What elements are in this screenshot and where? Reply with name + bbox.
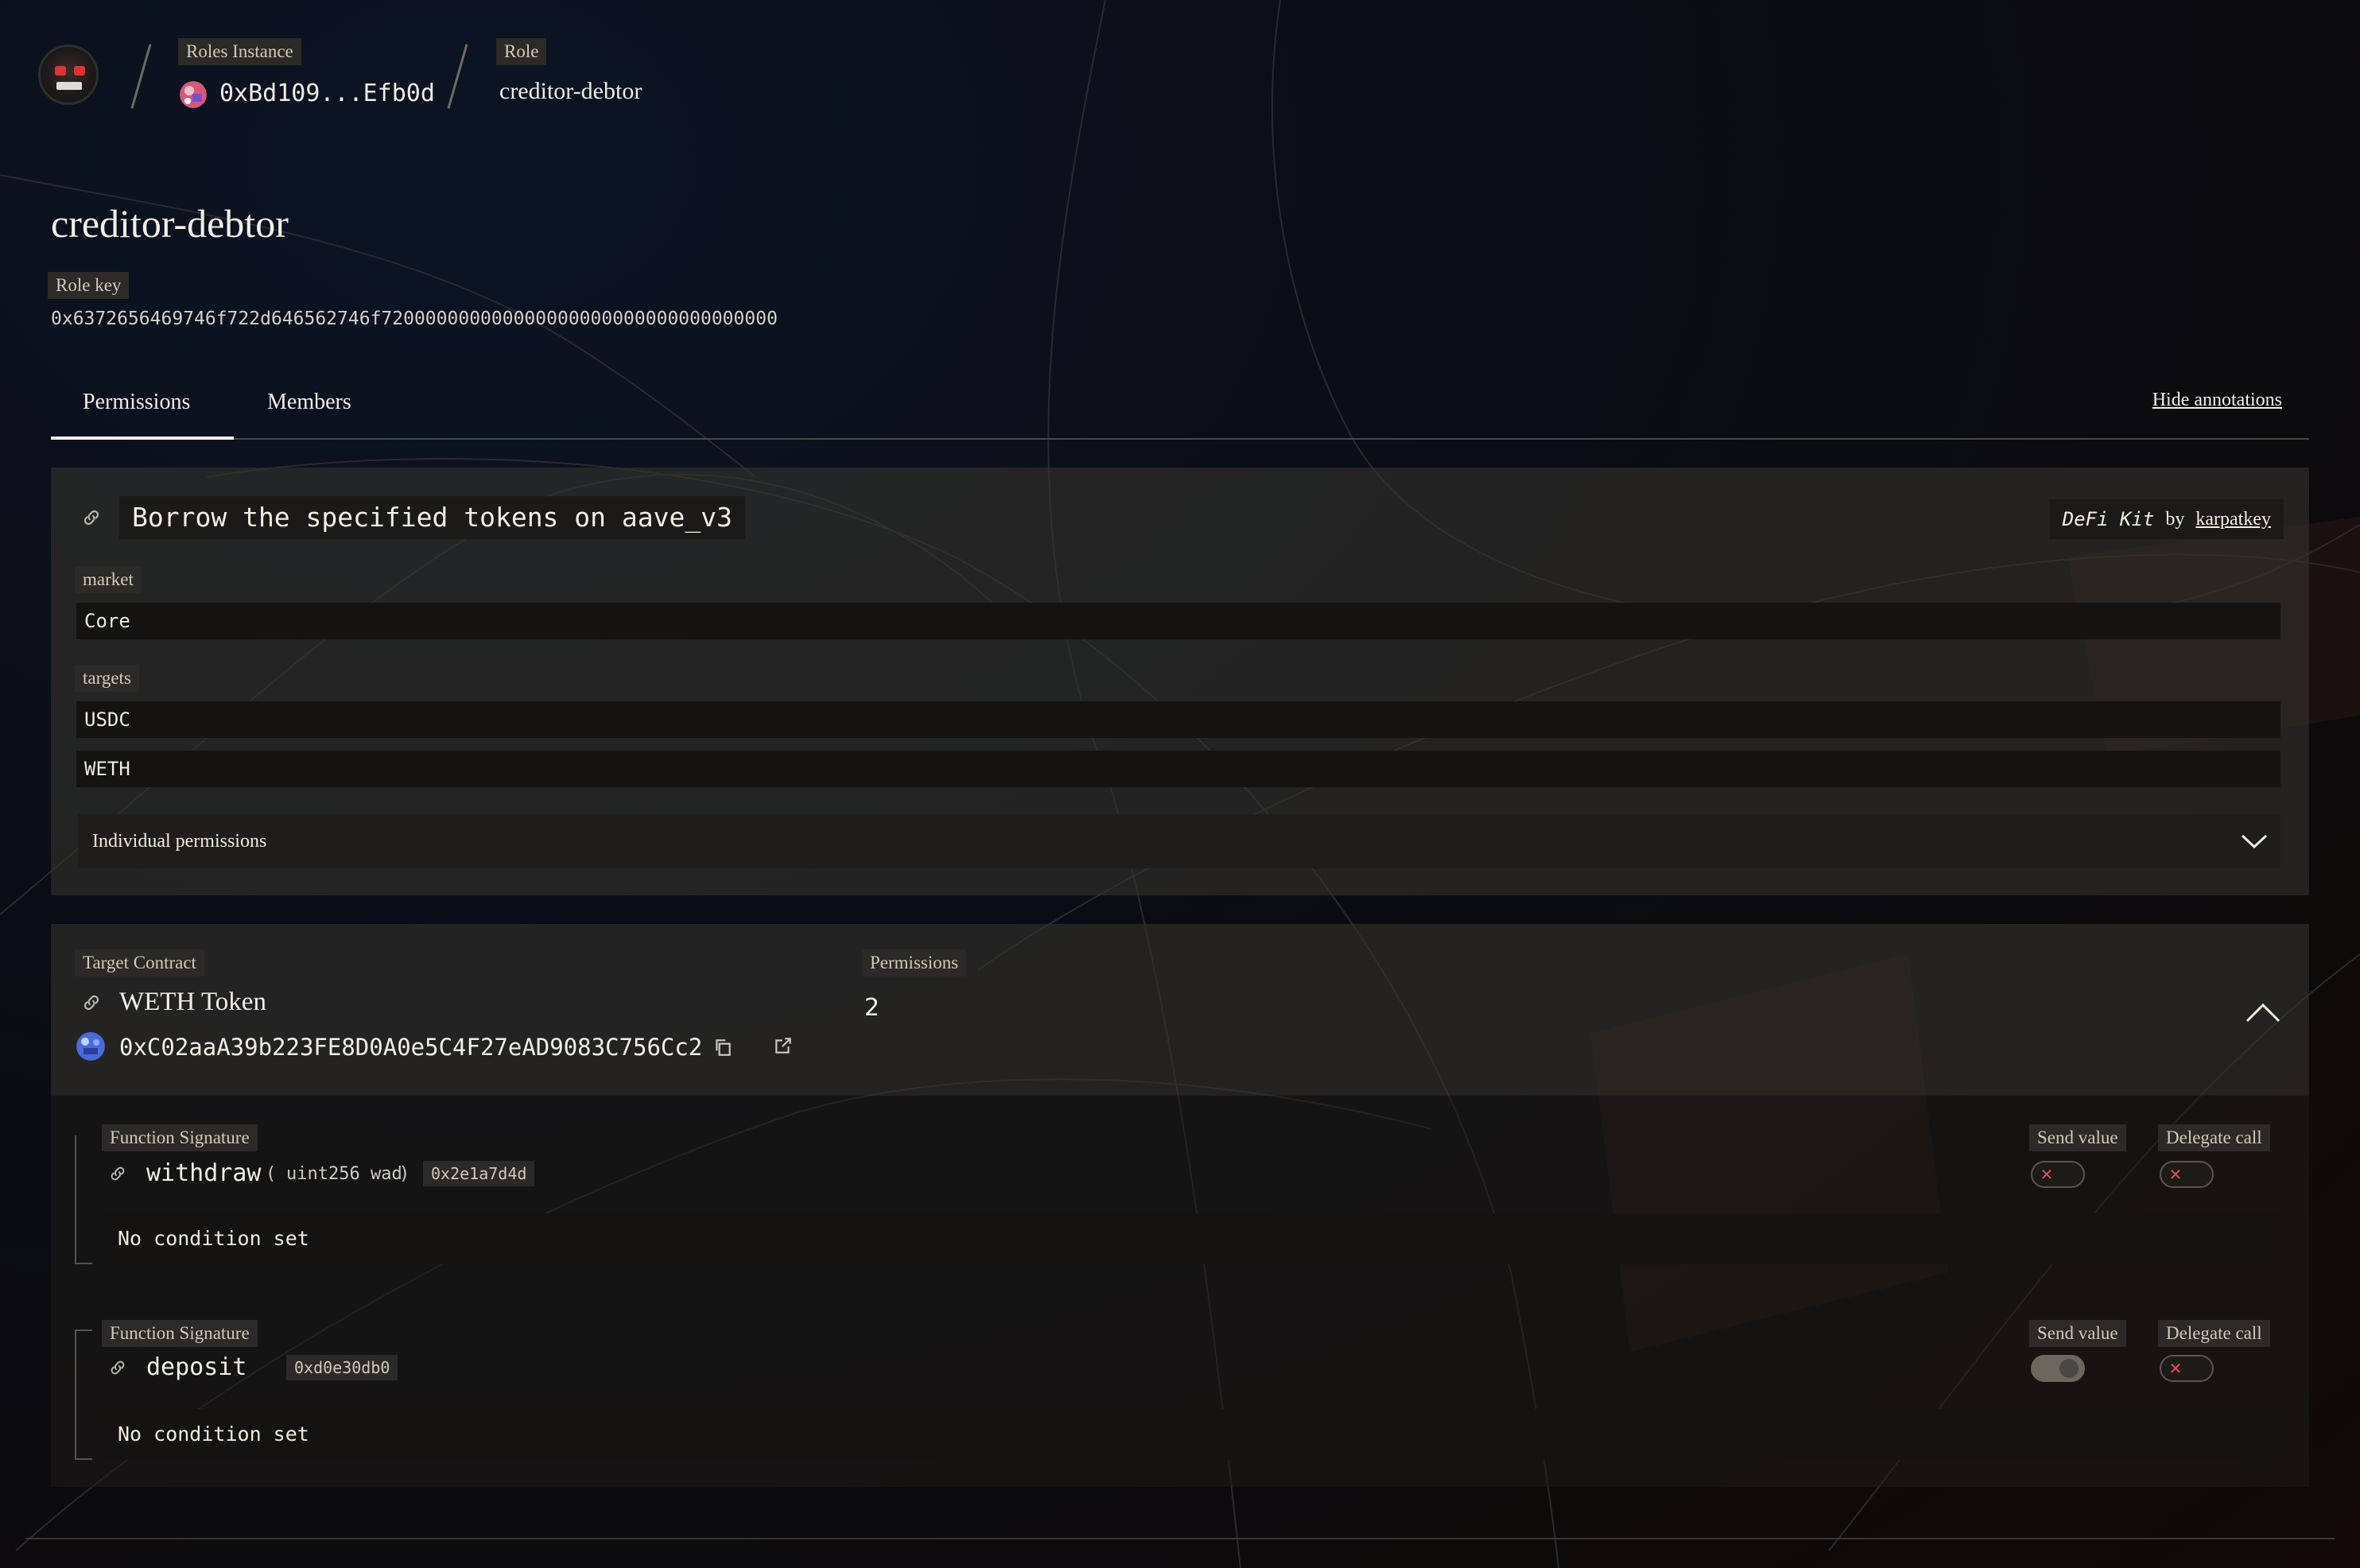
- role-key-label: Role key: [48, 272, 130, 299]
- contract-avatar-icon: [76, 1032, 105, 1061]
- breadcrumb-separator: [130, 44, 152, 109]
- permissions-count: 2: [864, 994, 880, 1022]
- send-value-label: Send value: [2029, 1320, 2126, 1347]
- footer-divider: [25, 1538, 2335, 1539]
- send-value-toggle[interactable]: ✕: [2031, 1161, 2085, 1188]
- function-name: withdraw: [146, 1159, 262, 1187]
- instance-avatar-icon: [180, 81, 207, 108]
- tree-bracket: [75, 1329, 76, 1460]
- tab-members[interactable]: Members: [267, 390, 351, 415]
- tab-divider: [51, 438, 2309, 440]
- link-icon[interactable]: [81, 507, 102, 528]
- hide-annotations-link[interactable]: Hide annotations: [2152, 390, 2282, 411]
- tab-permissions[interactable]: Permissions: [83, 390, 190, 415]
- permissions-count-label: Permissions: [862, 949, 967, 976]
- copy-icon[interactable]: [712, 1037, 733, 1058]
- role-name[interactable]: creditor-debtor: [499, 78, 642, 105]
- send-value-label: Send value: [2029, 1124, 2126, 1151]
- tree-bracket: [75, 1135, 76, 1264]
- kit-name: DeFi Kit: [2062, 508, 2155, 530]
- chevron-up-icon[interactable]: [2245, 1002, 2280, 1023]
- delegate-call-toggle[interactable]: ✕: [2160, 1161, 2214, 1188]
- function-signature-label: Function Signature: [102, 1320, 258, 1347]
- condition-box: No condition set: [103, 1213, 2280, 1264]
- tree-bracket-start: [75, 1329, 92, 1331]
- external-link-icon[interactable]: [773, 1035, 794, 1056]
- target-contract-header[interactable]: [51, 924, 2309, 1096]
- params-close-paren: ): [399, 1164, 410, 1184]
- delegate-call-toggle[interactable]: ✕: [2160, 1355, 2214, 1382]
- function-signature-label: Function Signature: [102, 1124, 258, 1151]
- defi-kit-badge: DeFi Kit by karpatkey: [2049, 499, 2284, 539]
- tree-bracket-end: [75, 1458, 92, 1460]
- delegate-call-label: Delegate call: [2158, 1124, 2270, 1151]
- roles-instance-label: Roles Instance: [178, 38, 301, 65]
- function-selector: 0x2e1a7d4d: [423, 1161, 535, 1186]
- contract-address[interactable]: 0xC02aaA39b223FE8D0A0e5C4F27eAD9083C756C…: [119, 1034, 702, 1061]
- function-name: deposit: [146, 1353, 247, 1381]
- individual-permissions-toggle[interactable]: Individual permissions: [78, 814, 2280, 868]
- condition-box: No condition set: [103, 1409, 2280, 1460]
- tree-bracket-end: [75, 1263, 92, 1264]
- link-icon[interactable]: [108, 1164, 127, 1183]
- link-icon[interactable]: [108, 1358, 127, 1377]
- link-icon[interactable]: [81, 992, 102, 1013]
- target-contract-label: Target Contract: [75, 949, 204, 976]
- function-selector: 0xd0e30db0: [286, 1355, 398, 1380]
- param-label-market: market: [75, 566, 142, 593]
- param-label-targets: targets: [75, 665, 139, 692]
- active-tab-indicator: [51, 437, 234, 440]
- individual-permissions-label: Individual permissions: [92, 831, 267, 852]
- page-title: creditor-debtor: [51, 201, 289, 246]
- function-params: uint256 wad: [286, 1164, 402, 1184]
- param-value-target: USDC: [76, 701, 2280, 738]
- by-label: by: [2165, 508, 2185, 530]
- author-link[interactable]: karpatkey: [2195, 509, 2271, 530]
- chevron-down-icon[interactable]: [2241, 833, 2268, 849]
- delegate-call-label: Delegate call: [2158, 1320, 2270, 1347]
- annotation-title: Borrow the specified tokens on aave_v3: [119, 496, 745, 539]
- params-open-paren: (: [266, 1164, 277, 1184]
- role-key-value: 0x6372656469746f722d646562746f7200000000…: [51, 309, 778, 329]
- role-label: Role: [496, 38, 547, 65]
- app-logo[interactable]: [38, 45, 99, 105]
- send-value-toggle[interactable]: [2031, 1355, 2085, 1382]
- param-value-market: Core: [76, 603, 2280, 639]
- contract-name: WETH Token: [119, 988, 266, 1016]
- param-value-target: WETH: [76, 751, 2280, 787]
- breadcrumb-separator: [447, 44, 468, 109]
- roles-instance-address[interactable]: 0xBd109...Efb0d: [219, 80, 435, 107]
